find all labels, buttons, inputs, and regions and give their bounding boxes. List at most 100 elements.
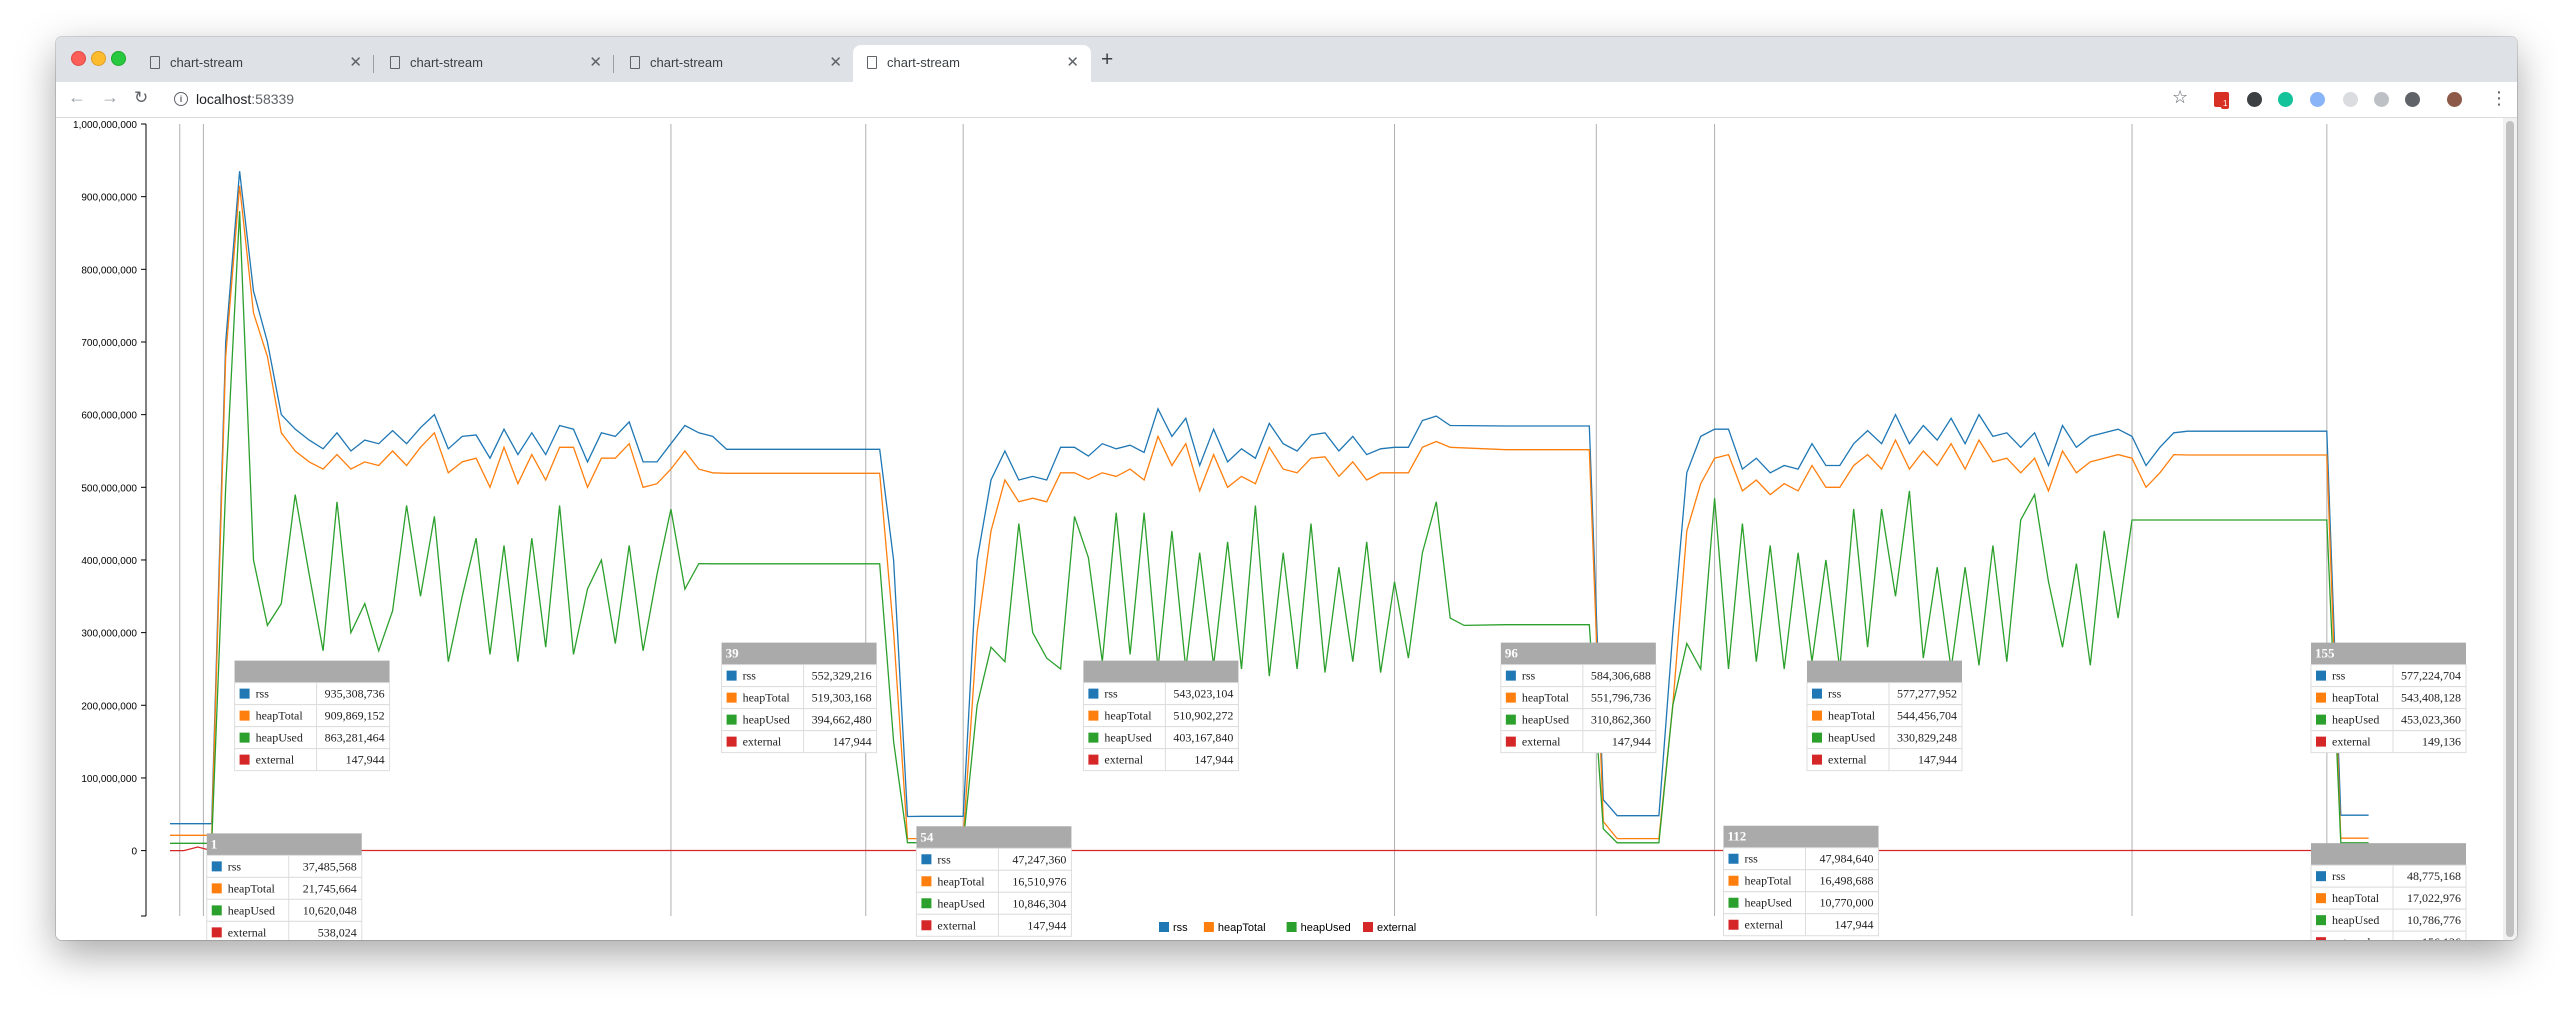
gmail-icon[interactable]: 1: [2214, 92, 2230, 109]
legend-swatch: [2316, 692, 2326, 703]
camera-icon[interactable]: [2405, 92, 2420, 107]
legend-swatch: [921, 920, 932, 931]
minimize-window-button[interactable]: [91, 51, 106, 66]
close-icon[interactable]: ✕: [829, 53, 842, 71]
tooltip-series-name: heapUsed: [2332, 713, 2379, 727]
extension-clock-icon[interactable]: [2374, 92, 2389, 107]
y-tick-label: 400,000,000: [81, 556, 137, 567]
url-host: localhost: [196, 91, 252, 107]
back-arrow-icon[interactable]: ←: [68, 87, 86, 108]
legend-swatch: [2316, 937, 2326, 940]
document-icon: [390, 56, 400, 69]
legend-swatch: [2316, 915, 2326, 926]
forward-arrow-icon[interactable]: →: [101, 87, 119, 108]
tab-title: chart-stream: [650, 55, 723, 70]
legend-swatch: [211, 905, 222, 916]
tab-3[interactable]: chart-stream ✕: [616, 45, 854, 82]
close-window-button[interactable]: [71, 51, 86, 66]
tooltip-value: 37,485,568: [303, 859, 357, 873]
tooltip-header: [916, 826, 1072, 849]
info-icon[interactable]: i: [174, 92, 188, 106]
tooltip-series-name: heapUsed: [2332, 913, 2379, 927]
legend-swatch: [211, 927, 222, 938]
tooltip-value: 519,303,168: [812, 691, 872, 705]
tooltip-value: 16,510,976: [1012, 874, 1066, 888]
tooltip-value: 16,498,688: [1819, 874, 1873, 888]
legend-label-heapTotal: heapTotal: [1218, 922, 1266, 934]
tooltip-series-name: rss: [743, 669, 757, 683]
avatar-icon[interactable]: [2447, 92, 2462, 107]
tooltip-value: 21,745,664: [303, 881, 357, 895]
legend-swatch: [1088, 688, 1099, 699]
scrollbar-thumb[interactable]: [2506, 121, 2514, 937]
url-port: :58339: [251, 91, 295, 107]
close-icon[interactable]: ✕: [589, 53, 602, 71]
tab-4-active[interactable]: chart-stream ✕: [853, 45, 1091, 82]
tab-title: chart-stream: [410, 55, 483, 70]
legend-swatch: [1088, 754, 1099, 765]
tooltip-series-name: external: [2332, 935, 2371, 940]
legend-swatch-external: [1363, 922, 1373, 932]
legend-swatch: [1811, 710, 1822, 721]
tooltip-value: 543,023,104: [1173, 687, 1233, 701]
tooltip-value: 577,224,704: [2401, 669, 2461, 683]
tooltip-value: 510,902,272: [1173, 709, 1233, 723]
tooltip-header: [206, 833, 362, 856]
scrollbar[interactable]: [2503, 118, 2517, 940]
tooltip-1: 1 rss 37,485,568 heapTotal 21,745,664 heapUse…: [206, 833, 363, 940]
legend-label-heapUsed: heapUsed: [1301, 922, 1351, 934]
maximize-window-button[interactable]: [111, 51, 126, 66]
tooltip-value: 156,136: [2422, 935, 2461, 940]
tooltip-value: 403,167,840: [1173, 731, 1233, 745]
legend-swatch: [239, 754, 250, 765]
toolbar: ← → ↻ i localhost:58339 ☆ 1 ⋮: [56, 82, 2517, 118]
legend-swatch: [921, 876, 932, 887]
url-text[interactable]: localhost:58339: [196, 91, 294, 107]
tooltip-value: 552,329,216: [812, 669, 872, 683]
tooltip-header: [2311, 843, 2466, 866]
tooltip-54: 54rss 47,247,360 heapTotal 16,510,976 heapUs…: [915, 826, 1072, 937]
tooltip-value: 47,984,640: [1819, 852, 1873, 866]
legend-swatch: [2316, 714, 2326, 725]
tooltip-series-name: rss: [2332, 669, 2346, 683]
extension-gray-icon[interactable]: [2343, 92, 2358, 107]
onepassword-icon[interactable]: [2247, 92, 2262, 107]
series-line-heapUsed: [170, 211, 2369, 844]
y-tick-label: 1,000,000,000: [73, 120, 137, 131]
legend-swatch: [1811, 732, 1822, 743]
extension-blue-icon[interactable]: [2310, 92, 2325, 107]
grammarly-icon[interactable]: [2278, 92, 2293, 107]
legend-swatch: [239, 732, 250, 743]
tooltip-series-name: heapTotal: [743, 691, 791, 705]
tooltip-value: 584,306,688: [1591, 669, 1651, 683]
browser-window: chart-stream ✕ chart-stream ✕ chart-stre…: [56, 37, 2517, 940]
tab-title: chart-stream: [170, 55, 243, 70]
tooltip-value: 147,944: [1918, 753, 1957, 767]
tooltip-value: 17,022,976: [2407, 891, 2461, 905]
tooltip-value: rss 543,023,104 heapTotal 510,902,272 heapUs…: [1082, 660, 1239, 772]
menu-kebab-icon[interactable]: ⋮: [2490, 88, 2508, 109]
close-icon[interactable]: ✕: [349, 53, 362, 71]
tooltip-value: 551,796,736: [1591, 691, 1651, 705]
tooltip-value: 909,869,152: [325, 709, 385, 723]
bookmark-star-icon[interactable]: ☆: [2172, 87, 2188, 108]
tooltip-series-name: rss: [1522, 669, 1536, 683]
tooltip-155: 155 rss 577,224,704 heapTotal 543,408,128 hea…: [2310, 642, 2467, 754]
y-tick-label: 800,000,000: [81, 265, 137, 276]
tooltip-value: 48,775,168: [2407, 869, 2461, 883]
tooltip-value: 10,620,048: [303, 903, 357, 917]
tooltip-series-name: rss: [228, 859, 242, 873]
tab-1[interactable]: chart-stream ✕: [136, 45, 374, 82]
tooltip-value: 538,024: [318, 925, 357, 939]
tooltip-series-name: external: [743, 735, 782, 749]
tab-2[interactable]: chart-stream ✕: [376, 45, 614, 82]
tooltip-value: 330,829,248: [1897, 731, 1957, 745]
new-tab-button[interactable]: +: [1101, 48, 1113, 72]
y-tick-label: 700,000,000: [81, 338, 137, 349]
legend-swatch-heapTotal: [1203, 922, 1214, 932]
tooltip-header: [1723, 825, 1879, 848]
tooltip-value: 577,277,952: [1897, 687, 1957, 701]
reload-icon[interactable]: ↻: [134, 88, 148, 108]
close-icon[interactable]: ✕: [1066, 53, 1079, 71]
document-icon: [630, 56, 640, 69]
